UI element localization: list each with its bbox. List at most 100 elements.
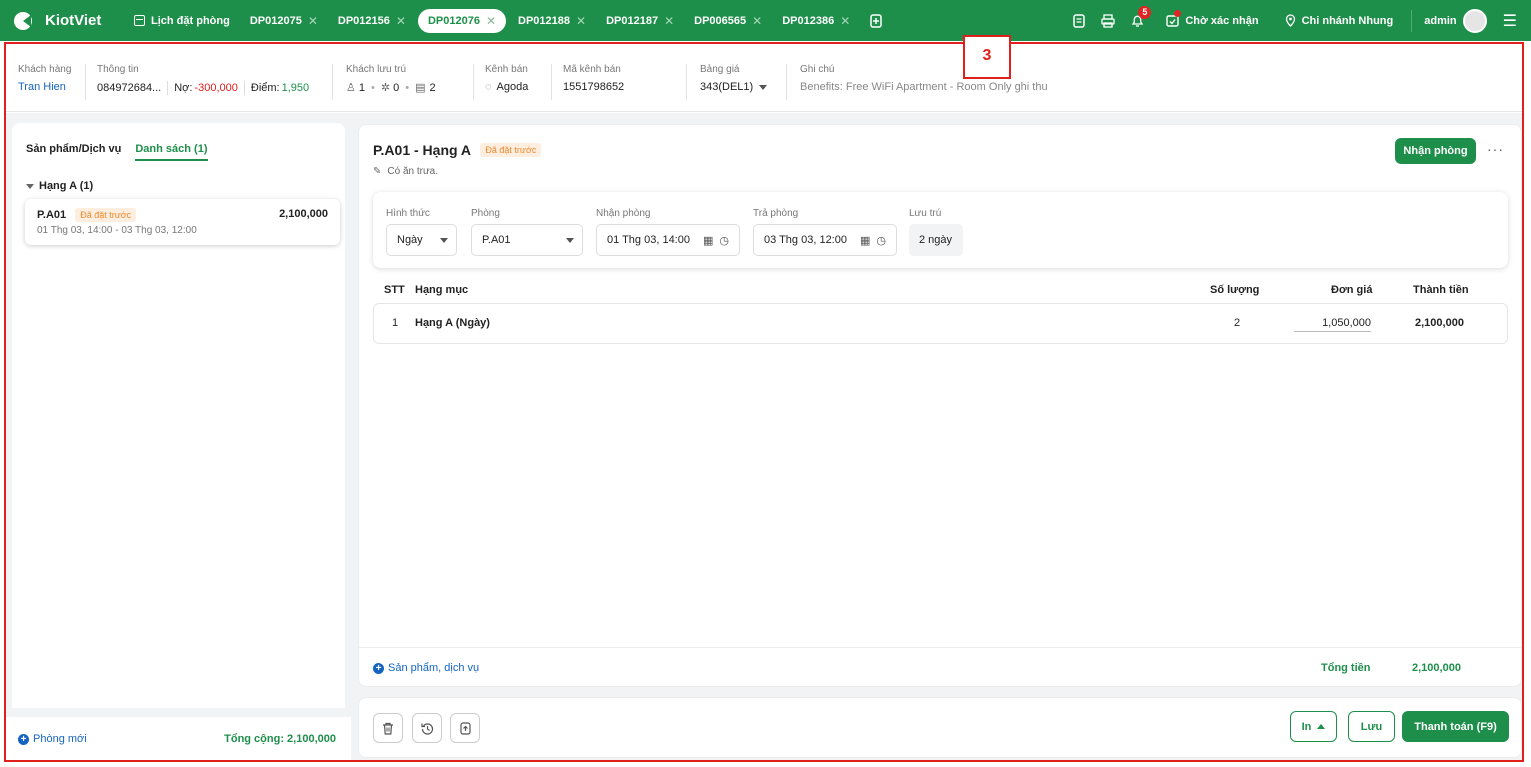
calendar-icon[interactable]: ▦: [703, 234, 713, 247]
checkout-datetime-input[interactable]: 03 Thg 03, 12:00 ▦ ◷: [753, 224, 897, 256]
hamburger-menu-button[interactable]: ☰: [1503, 11, 1517, 31]
clock-icon[interactable]: ◷: [876, 234, 886, 247]
user-menu[interactable]: admin: [1424, 8, 1487, 33]
room-code: P.A01: [37, 209, 67, 221]
checkin-button[interactable]: Nhận phòng: [1395, 138, 1476, 164]
guests-block[interactable]: Khách lưu trú ♙ 1 • ✲ 0 • ▤ 2: [346, 64, 436, 94]
hamburger-icon: ☰: [1502, 12, 1517, 30]
document-button[interactable]: [1073, 13, 1086, 28]
close-icon[interactable]: ✕: [308, 14, 318, 28]
left-total: Tổng cộng: 2,100,000: [224, 733, 336, 745]
export-button[interactable]: [450, 713, 480, 743]
save-button[interactable]: Lưu: [1348, 711, 1395, 742]
notifications-button[interactable]: 5: [1131, 5, 1152, 28]
col-price: Đơn giá: [1331, 284, 1373, 296]
brand-logo[interactable]: KiotViet: [14, 11, 124, 30]
type-label: Hình thức: [386, 208, 430, 219]
table-row[interactable]: 1 Hạng A (Ngày) 2 1,050,000 2,100,000: [373, 303, 1508, 344]
price-list-dropdown[interactable]: 343(DEL1): [700, 81, 768, 93]
col-total: Thành tiền: [1413, 284, 1469, 296]
left-tabs: Sản phẩm/Dịch vụ Danh sách (1): [26, 143, 208, 161]
tab-booking[interactable]: DP012188 ✕: [508, 9, 596, 33]
left-panel-footer: + Phòng mới Tổng cộng: 2,100,000: [6, 717, 351, 761]
close-icon[interactable]: ✕: [486, 14, 496, 28]
row-item: Hạng A (Ngày): [415, 317, 490, 329]
checkin-datetime-input[interactable]: 01 Thg 03, 14:00 ▦ ◷: [596, 224, 740, 256]
history-button[interactable]: [412, 713, 442, 743]
adults-count: 1: [358, 81, 365, 94]
room-card[interactable]: P.A01 Đã đặt trước 2,100,000 01 Thg 03, …: [25, 199, 340, 245]
caret-down-icon: [26, 183, 34, 189]
booking-calendar-link[interactable]: Lịch đặt phòng: [124, 9, 240, 33]
close-icon[interactable]: ✕: [576, 14, 586, 28]
close-icon[interactable]: ✕: [396, 14, 406, 28]
checkout-label: Trả phòng: [753, 208, 799, 219]
tab-room-list[interactable]: Danh sách (1): [135, 143, 208, 161]
phone-number: 084972684...: [97, 82, 162, 94]
tab-label: DP012187: [606, 14, 659, 27]
adult-icon: ♙: [346, 82, 356, 94]
tab-booking[interactable]: DP012187 ✕: [596, 9, 684, 33]
more-options-icon[interactable]: ···: [1487, 141, 1504, 157]
items-table-header: STT Hạng mục Số lượng Đơn giá Thành tiền: [384, 284, 1494, 300]
add-service-button[interactable]: + Sản phẩm, dịch vụ: [373, 662, 479, 674]
row-price-input[interactable]: 1,050,000: [1294, 317, 1371, 332]
print-button[interactable]: [1101, 13, 1116, 28]
room-list-panel: Sản phẩm/Dịch vụ Danh sách (1) Hạng A (1…: [6, 113, 351, 761]
price-list-value: 343(DEL1): [700, 81, 754, 93]
price-list-block[interactable]: Bảng giá 343(DEL1): [700, 64, 768, 93]
child-icon: ✲: [380, 82, 391, 94]
customer-name-link[interactable]: Tran Hien: [18, 81, 71, 93]
checkin-value: 01 Thg 03, 14:00: [607, 234, 690, 246]
print-dropdown-button[interactable]: In: [1290, 711, 1337, 742]
pending-confirm-button[interactable]: Chờ xác nhận: [1166, 10, 1259, 27]
tab-booking-active[interactable]: DP012076 ✕: [417, 8, 507, 33]
price-list-label: Bảng giá: [700, 64, 740, 75]
room-group-header[interactable]: Hạng A (1): [26, 180, 93, 192]
tab-products-services[interactable]: Sản phẩm/Dịch vụ: [26, 143, 121, 161]
channel-value-row: ◌ Agoda: [485, 81, 528, 93]
divider: [786, 64, 787, 100]
room-group-label: Hạng A (1): [39, 180, 94, 192]
checkin-label: Nhận phòng: [596, 208, 651, 219]
grand-total-value: 2,100,000: [1412, 662, 1461, 674]
type-field: Hình thức Ngày: [386, 208, 457, 256]
stay-label: Lưu trú: [909, 208, 942, 219]
tab-booking[interactable]: DP012386 ✕: [772, 9, 860, 33]
close-icon[interactable]: ✕: [664, 14, 674, 28]
clock-icon[interactable]: ◷: [719, 234, 729, 247]
tab-booking[interactable]: DP012075 ✕: [240, 9, 328, 33]
stay-duration-field: Lưu trú 2 ngày: [909, 208, 963, 256]
col-item: Hạng mục: [415, 284, 469, 296]
type-select[interactable]: Ngày: [386, 224, 457, 256]
calendar-icon[interactable]: ▦: [860, 234, 870, 247]
add-service-label: Sản phẩm, dịch vụ: [388, 662, 480, 674]
top-navbar: KiotViet Lịch đặt phòng DP012075 ✕ DP0121…: [0, 0, 1531, 41]
avatar[interactable]: [1462, 8, 1487, 33]
close-icon[interactable]: ✕: [752, 14, 762, 28]
new-room-button[interactable]: + Phòng mới: [18, 733, 87, 745]
tab-booking[interactable]: DP006565 ✕: [684, 9, 772, 33]
pencil-icon: ✎: [373, 166, 382, 177]
new-tab-button[interactable]: [860, 9, 892, 33]
col-stt: STT: [384, 284, 405, 296]
room-note[interactable]: ✎ Có ăn trưa.: [373, 166, 438, 177]
room-card-header: P.A01 Đã đặt trước: [37, 208, 137, 222]
caret-down-icon: [440, 238, 448, 243]
history-icon: [420, 722, 433, 735]
close-icon[interactable]: ✕: [840, 14, 850, 28]
pending-confirm-label: Chờ xác nhận: [1185, 14, 1259, 27]
info-label: Thông tin: [97, 64, 139, 75]
delete-button[interactable]: [373, 713, 403, 743]
channel-block[interactable]: Kênh bán ◌ Agoda: [485, 64, 528, 93]
room-value: P.A01: [482, 234, 511, 246]
row-qty[interactable]: 2: [1234, 317, 1240, 329]
stay-duration-value: 2 ngày: [909, 224, 963, 256]
pay-button[interactable]: Thanh toán (F9): [1402, 711, 1509, 742]
room-select[interactable]: P.A01: [471, 224, 583, 256]
branch-label: Chi nhánh Nhung: [1301, 14, 1394, 27]
tab-booking[interactable]: DP012156 ✕: [328, 9, 416, 33]
brand-name: KiotViet: [45, 12, 102, 29]
username: admin: [1424, 14, 1457, 27]
branch-selector[interactable]: Chi nhánh Nhung: [1285, 14, 1394, 27]
